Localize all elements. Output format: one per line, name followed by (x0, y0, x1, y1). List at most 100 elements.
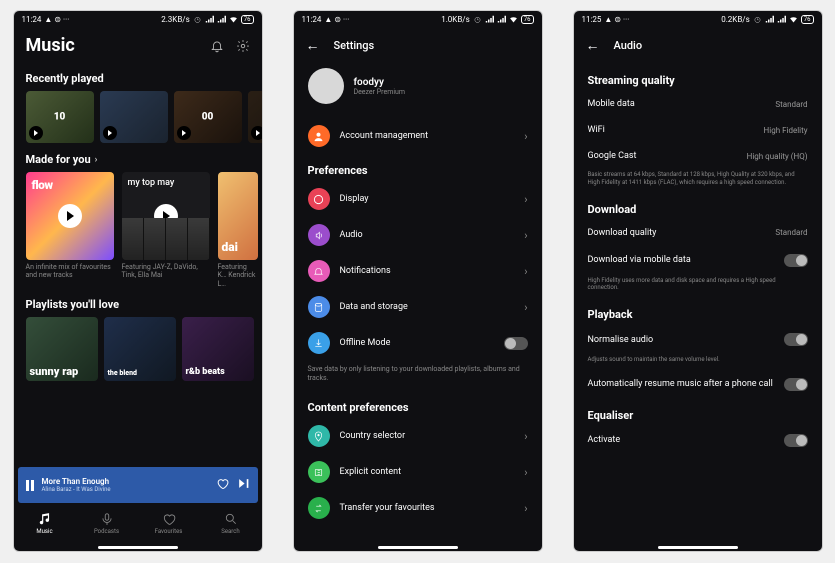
playlists-header: Playlists you'll love (14, 288, 262, 317)
row-country[interactable]: Country selector› (294, 418, 542, 454)
row-account-management[interactable]: Account management › (294, 118, 542, 154)
battery-icon: 76 (241, 15, 254, 24)
chevron-right-icon: › (95, 155, 98, 165)
pin-icon (308, 425, 330, 447)
alarm-icon (473, 15, 482, 24)
play-icon[interactable] (251, 126, 262, 140)
row-google-cast[interactable]: Google CastHigh quality (HQ) (574, 143, 822, 169)
music-icon (38, 512, 52, 526)
back-button[interactable]: ← (586, 37, 600, 54)
signal-icon (217, 15, 226, 24)
back-button[interactable]: ← (306, 37, 320, 54)
now-playing-bar[interactable]: More Than Enough Alina Baraz - It Was Di… (18, 467, 258, 503)
offline-hint: Save data by only listening to your down… (294, 361, 542, 391)
row-data-storage[interactable]: Data and storage› (294, 289, 542, 325)
search-icon (224, 512, 238, 526)
row-notifications[interactable]: Notifications› (294, 253, 542, 289)
row-audio[interactable]: Audio› (294, 217, 542, 253)
page-title: Settings (334, 39, 375, 52)
phone-settings: 11:24▲ ⊜ ··· 1.0KB/s 76 ← Settings foody… (293, 10, 543, 552)
heart-icon[interactable] (216, 477, 229, 493)
made-card-daily[interactable]: dai Featuring K… Kendrick L… (218, 172, 258, 288)
avatar (308, 68, 344, 104)
normalise-toggle[interactable] (784, 333, 808, 346)
play-icon[interactable] (29, 126, 43, 140)
playlist-card[interactable]: r&b beats (182, 317, 254, 381)
offline-toggle[interactable] (504, 337, 528, 350)
signal-icon (777, 15, 786, 24)
nav-podcasts[interactable]: Podcasts (76, 503, 138, 543)
bell-icon[interactable] (210, 39, 224, 53)
card-meta: Featuring JAY-Z, DaVido, Tink, Ella Mai (122, 263, 210, 280)
row-download-mobile[interactable]: Download via mobile data (574, 246, 822, 275)
status-icons-left: ▲ ⊜ ··· (44, 15, 69, 24)
pause-button[interactable] (26, 480, 34, 491)
page-title: Audio (614, 39, 643, 52)
transfer-icon (308, 497, 330, 519)
streaming-hint: Basic streams at 64 kbps, Standard at 12… (574, 169, 822, 193)
phone-music-home: 11:24 ▲ ⊜ ··· 2.3KB/s 76 Music Recently … (13, 10, 263, 552)
made-card-flow[interactable]: flow An infinite mix of favourites and n… (26, 172, 114, 288)
next-track-button[interactable] (237, 477, 250, 493)
user-icon (308, 125, 330, 147)
signal-icon (205, 15, 214, 24)
recent-card[interactable]: 10 (26, 91, 94, 143)
content-preferences-header: Content preferences (294, 391, 542, 418)
home-indicator (98, 546, 178, 549)
made-for-you-row[interactable]: flow An infinite mix of favourites and n… (14, 172, 262, 288)
bell-icon (308, 260, 330, 282)
play-icon[interactable] (177, 126, 191, 140)
plan-label: Deezer Premium (354, 88, 406, 96)
gear-icon[interactable] (236, 39, 250, 53)
nav-music[interactable]: Music (14, 503, 76, 543)
alarm-icon (753, 15, 762, 24)
status-bar: 11:24 ▲ ⊜ ··· 2.3KB/s 76 (14, 11, 262, 27)
battery-icon: 76 (521, 15, 534, 24)
row-download-quality[interactable]: Download qualityStandard (574, 220, 822, 246)
eq-toggle[interactable] (784, 434, 808, 447)
wifi-icon (509, 15, 518, 24)
row-eq-activate[interactable]: Activate (574, 426, 822, 455)
page-title: Music (26, 35, 75, 56)
clock: 11:24 (22, 15, 42, 24)
row-transfer[interactable]: Transfer your favourites› (294, 490, 542, 526)
status-bar: 11:25▲ ⊜ ··· 0.2KB/s 76 (574, 11, 822, 27)
playlist-card[interactable]: sunny rap (26, 317, 98, 381)
made-card-top[interactable]: my top may Featuring JAY-Z, DaVido, Tink… (122, 172, 210, 288)
recent-card[interactable] (248, 91, 262, 143)
row-wifi[interactable]: WiFiHigh Fidelity (574, 117, 822, 143)
battery-icon: 76 (801, 15, 814, 24)
signal-icon (497, 15, 506, 24)
auto-resume-toggle[interactable] (784, 378, 808, 391)
home-indicator (378, 546, 458, 549)
row-explicit[interactable]: Explicit content› (294, 454, 542, 490)
profile-row[interactable]: foodyy Deezer Premium (294, 64, 542, 118)
row-display[interactable]: Display› (294, 181, 542, 217)
recent-card[interactable] (100, 91, 168, 143)
row-auto-resume[interactable]: Automatically resume music after a phone… (574, 370, 822, 399)
playlist-card[interactable]: the blend (104, 317, 176, 381)
offline-icon (308, 332, 330, 354)
nav-favourites[interactable]: Favourites (138, 503, 200, 543)
download-hint: High Fidelity uses more data and disk sp… (574, 275, 822, 299)
chevron-right-icon: › (524, 130, 527, 143)
display-icon (308, 188, 330, 210)
normalise-hint: Adjusts sound to maintain the same volum… (574, 354, 822, 370)
made-for-you-header[interactable]: Made for you› (14, 143, 262, 172)
home-indicator (658, 546, 738, 549)
play-icon[interactable] (58, 204, 82, 228)
nav-search[interactable]: Search (200, 503, 262, 543)
recently-played-row[interactable]: 10 00 (14, 91, 262, 143)
heart-icon (162, 512, 176, 526)
row-normalise[interactable]: Normalise audio (574, 325, 822, 354)
play-icon[interactable] (103, 126, 117, 140)
signal-icon (765, 15, 774, 24)
row-mobile-data[interactable]: Mobile dataStandard (574, 91, 822, 117)
now-playing-info[interactable]: More Than Enough Alina Baraz - It Was Di… (42, 477, 208, 493)
recent-card[interactable]: 00 (174, 91, 242, 143)
alarm-icon (193, 15, 202, 24)
card-meta: An infinite mix of favourites and new tr… (26, 263, 114, 280)
row-offline-mode[interactable]: Offline Mode (294, 325, 542, 361)
playlists-row[interactable]: sunny rap the blend r&b beats (14, 317, 262, 381)
download-mobile-toggle[interactable] (784, 254, 808, 267)
